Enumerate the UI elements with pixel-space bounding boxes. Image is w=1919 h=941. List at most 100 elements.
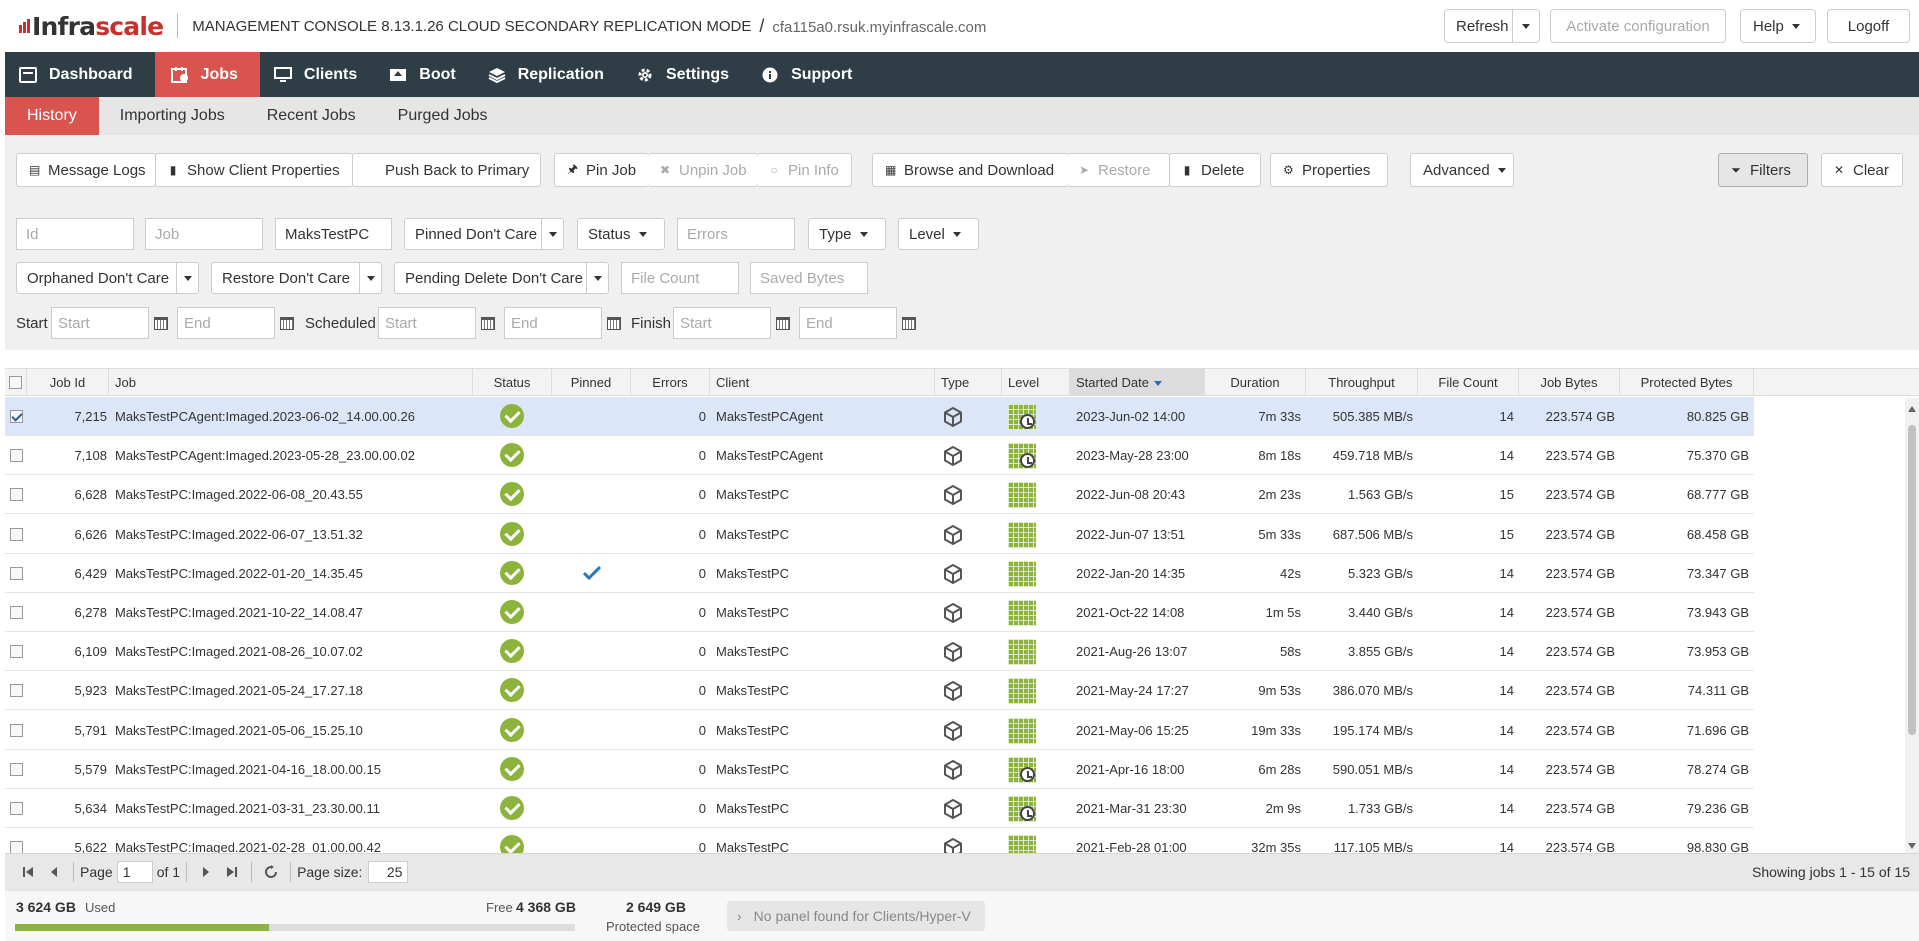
page-number-input[interactable]: 1: [116, 861, 153, 883]
calendar-icon[interactable]: [150, 307, 172, 339]
calendar-icon[interactable]: [772, 307, 794, 339]
refresh-icon[interactable]: [264, 865, 278, 879]
show-client-properties-button[interactable]: ▮ Show Client Properties: [155, 153, 353, 187]
advanced-dropdown[interactable]: Advanced: [1410, 153, 1514, 187]
finish-from-input[interactable]: Start: [673, 307, 771, 339]
col-client[interactable]: Client: [710, 369, 935, 396]
table-row[interactable]: 5,923 MaksTestPC:Imaged.2021-05-24_17.27.…: [5, 671, 1754, 711]
refresh-button[interactable]: Refresh: [1444, 9, 1540, 43]
col-job-bytes[interactable]: Job Bytes: [1519, 369, 1620, 396]
first-page-icon[interactable]: [21, 865, 35, 879]
tab-importing-jobs[interactable]: Importing Jobs: [99, 97, 246, 135]
tab-recent-jobs[interactable]: Recent Jobs: [246, 97, 377, 135]
help-button[interactable]: Help: [1740, 9, 1816, 43]
col-status[interactable]: Status: [473, 369, 552, 396]
file-count-filter-input[interactable]: File Count: [621, 262, 739, 294]
row-checkbox[interactable]: [10, 410, 23, 423]
push-back-to-primary-button[interactable]: Push Back to Primary: [352, 153, 541, 187]
activate-configuration-button[interactable]: Activate configuration: [1550, 9, 1726, 43]
refresh-dropdown-toggle[interactable]: [1512, 10, 1539, 42]
message-logs-button[interactable]: ▤ Message Logs: [16, 153, 156, 187]
level-filter-dropdown[interactable]: Level: [898, 218, 979, 250]
status-filter-dropdown[interactable]: Status: [577, 218, 665, 250]
scroll-up-arrow-icon[interactable]: [1908, 406, 1916, 412]
calendar-icon[interactable]: [603, 307, 625, 339]
scheduled-from-input[interactable]: Start: [378, 307, 476, 339]
col-pinned[interactable]: Pinned: [552, 369, 631, 396]
row-checkbox[interactable]: [10, 449, 23, 463]
table-row[interactable]: 6,429 MaksTestPC:Imaged.2022-01-20_14.35.…: [5, 553, 1754, 593]
previous-page-icon[interactable]: [47, 865, 61, 879]
start-from-input[interactable]: Start: [51, 307, 149, 339]
pending-delete-filter-select[interactable]: Pending Delete Don't Care: [394, 262, 609, 294]
nav-clients[interactable]: Clients: [260, 52, 377, 97]
row-checkbox[interactable]: [10, 762, 23, 776]
pin-info-button[interactable]: ○ Pin Info: [757, 153, 852, 187]
logoff-button[interactable]: Logoff: [1827, 9, 1910, 43]
properties-button[interactable]: ⚙ Properties: [1270, 153, 1388, 187]
select-all-header[interactable]: [5, 369, 27, 396]
scrollbar-thumb[interactable]: [1908, 425, 1916, 735]
nav-replication[interactable]: Replication: [476, 52, 624, 97]
col-level[interactable]: Level: [1002, 369, 1070, 396]
select-all-checkbox[interactable]: [9, 376, 22, 389]
row-checkbox[interactable]: [10, 527, 23, 541]
saved-bytes-filter-input[interactable]: Saved Bytes: [750, 262, 868, 294]
table-row[interactable]: 7,108 MaksTestPCAgent:Imaged.2023-05-28_2…: [5, 436, 1754, 476]
tab-history[interactable]: History: [5, 97, 99, 135]
nav-boot[interactable]: Boot: [377, 52, 475, 97]
nav-dashboard[interactable]: Dashboard: [5, 52, 155, 97]
col-throughput[interactable]: Throughput: [1306, 369, 1418, 396]
table-row[interactable]: 6,626 MaksTestPC:Imaged.2022-06-07_13.51.…: [5, 514, 1754, 554]
unpin-job-button[interactable]: ✖ Unpin Job: [648, 153, 758, 187]
start-to-input[interactable]: End: [177, 307, 275, 339]
table-row[interactable]: 6,109 MaksTestPC:Imaged.2021-08-26_10.07.…: [5, 632, 1754, 672]
col-job-id[interactable]: Job Id: [27, 369, 109, 396]
scheduled-to-input[interactable]: End: [504, 307, 602, 339]
table-row[interactable]: 5,791 MaksTestPC:Imaged.2021-05-06_15.25.…: [5, 710, 1754, 750]
row-checkbox[interactable]: [10, 684, 23, 698]
pinned-filter-select[interactable]: Pinned Don't Care: [404, 218, 564, 250]
clear-button[interactable]: ✕ Clear: [1821, 153, 1903, 187]
col-errors[interactable]: Errors: [631, 369, 710, 396]
nav-support[interactable]: Support: [749, 52, 872, 97]
col-type[interactable]: Type: [935, 369, 1002, 396]
row-checkbox[interactable]: [10, 645, 23, 659]
tab-purged-jobs[interactable]: Purged Jobs: [377, 97, 509, 135]
next-page-icon[interactable]: [199, 865, 213, 879]
calendar-icon[interactable]: [898, 307, 920, 339]
restore-button[interactable]: ➤ Restore: [1067, 153, 1170, 187]
pin-job-button[interactable]: 🖈 Pin Job: [554, 153, 649, 187]
id-filter-input[interactable]: Id: [16, 218, 134, 250]
table-row[interactable]: 5,579 MaksTestPC:Imaged.2021-04-16_18.00.…: [5, 749, 1754, 789]
filters-button[interactable]: ⏷ Filters: [1718, 153, 1808, 187]
row-checkbox[interactable]: [10, 723, 23, 737]
browse-and-download-button[interactable]: ▦ Browse and Download: [872, 153, 1068, 187]
hyper-v-panel-notice[interactable]: › No panel found for Clients/Hyper-V: [727, 901, 985, 931]
col-duration[interactable]: Duration: [1205, 369, 1306, 396]
errors-filter-input[interactable]: Errors: [677, 218, 795, 250]
table-row[interactable]: 7,215 MaksTestPCAgent:Imaged.2023-06-02_1…: [5, 397, 1754, 436]
row-checkbox[interactable]: [10, 606, 23, 619]
restore-filter-select[interactable]: Restore Don't Care: [211, 262, 382, 294]
row-checkbox[interactable]: [10, 488, 23, 502]
calendar-icon[interactable]: [276, 307, 298, 339]
nav-jobs[interactable]: Jobs: [154, 52, 260, 97]
nav-settings[interactable]: Settings: [624, 52, 749, 97]
finish-to-input[interactable]: End: [799, 307, 897, 339]
scroll-down-arrow-icon[interactable]: [1908, 843, 1916, 849]
row-checkbox[interactable]: [10, 566, 23, 580]
col-started-date[interactable]: Started Date: [1070, 369, 1205, 396]
col-job[interactable]: Job: [109, 369, 473, 396]
orphaned-filter-select[interactable]: Orphaned Don't Care: [16, 262, 199, 294]
table-row[interactable]: 6,628 MaksTestPC:Imaged.2022-06-08_20.43.…: [5, 475, 1754, 515]
table-row[interactable]: 5,622 MaksTestPC:Imaged.2021-02-28_01.00.…: [5, 828, 1754, 853]
delete-button[interactable]: ▮ Delete: [1169, 153, 1261, 187]
row-checkbox[interactable]: [10, 802, 23, 815]
last-page-icon[interactable]: [225, 865, 239, 879]
col-protected-bytes[interactable]: Protected Bytes: [1620, 369, 1754, 396]
type-filter-dropdown[interactable]: Type: [808, 218, 886, 250]
job-filter-input[interactable]: Job: [145, 218, 263, 250]
client-filter-input[interactable]: MaksTestPC: [275, 218, 392, 250]
col-file-count[interactable]: File Count: [1418, 369, 1519, 396]
